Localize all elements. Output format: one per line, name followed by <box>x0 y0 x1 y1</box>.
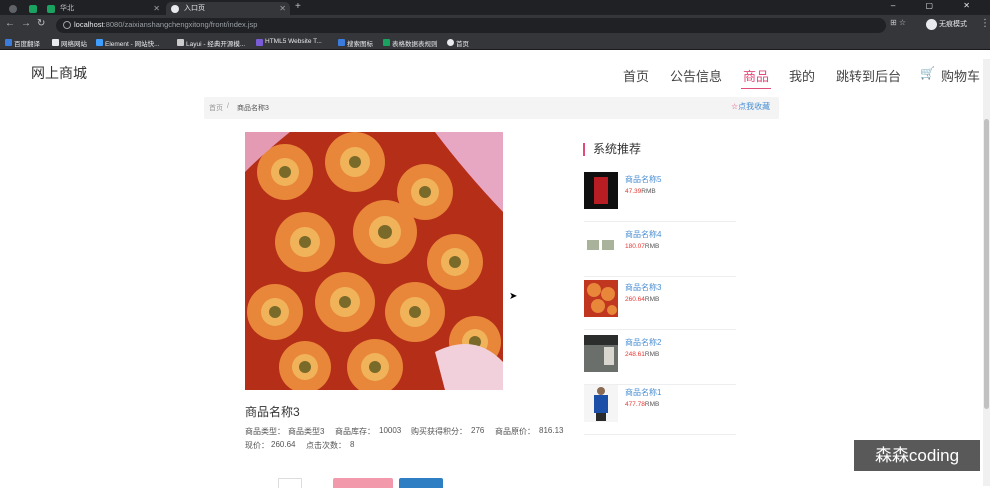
product-image <box>245 132 503 390</box>
favorite-link[interactable]: ☆点我收藏 <box>731 101 770 112</box>
product-clicks-value: 8 <box>350 440 355 449</box>
product-clicks-label: 点击次数： <box>306 441 346 450</box>
bookmark-item[interactable]: Element - 网站快... <box>96 38 160 48</box>
list-item[interactable]: 商品名称1 477.78RMB <box>584 385 736 435</box>
add-to-cart-button[interactable] <box>333 478 393 488</box>
scrollbar-thumb[interactable] <box>984 119 989 409</box>
quantity-stepper[interactable] <box>278 478 302 488</box>
profile-button[interactable]: 无痕模式 <box>926 18 967 31</box>
back-icon[interactable]: ← <box>5 18 15 29</box>
watermark: 森森coding <box>854 440 980 471</box>
app-icon <box>47 5 55 13</box>
tab-title: 入口页 <box>184 5 205 12</box>
recommend-item-price: 477.78RMB <box>625 401 660 408</box>
cart-icon[interactable]: 🛒 <box>920 66 935 80</box>
product-thumbnail[interactable] <box>584 280 618 317</box>
breadcrumb: 首页 / 商品名称3 ☆点我收藏 <box>204 97 779 119</box>
product-type-label: 商品类型： <box>245 427 285 436</box>
bookmark-item[interactable]: 百度翻译 <box>5 38 40 48</box>
recommend-item-name[interactable]: 商品名称3 <box>625 282 661 293</box>
product-original-price-label: 商品原价： <box>495 427 535 436</box>
tab-1[interactable]: 华北 ✕ <box>42 2 164 15</box>
product-price-label: 现价： <box>245 441 269 450</box>
page-content: 网上商城 首页 公告信息 商品 我的 跳转到后台 🛒 购物车 首页 / 商品名称… <box>0 51 990 488</box>
avatar <box>926 19 937 30</box>
recommend-item-name[interactable]: 商品名称2 <box>625 337 661 348</box>
product-points-value: 276 <box>471 426 485 435</box>
bookmark-item[interactable]: 搜索图标 <box>338 38 373 48</box>
buy-now-button[interactable] <box>399 478 443 488</box>
window-controls[interactable]: – ▢ ✕ <box>891 1 984 10</box>
url-text: localhost:8080/zaixianshangchengxitong/f… <box>74 20 258 29</box>
nav-announcements[interactable]: 公告信息 <box>670 66 722 85</box>
product-stock-label: 商品库存： <box>335 427 375 436</box>
mouse-cursor-icon: ➤ <box>509 291 518 302</box>
list-item[interactable]: 商品名称4 180.07RMB <box>584 227 736 277</box>
globe-icon <box>9 5 17 13</box>
nav-home[interactable]: 首页 <box>623 66 649 85</box>
globe-icon <box>447 39 454 46</box>
recommend-item-name[interactable]: 商品名称5 <box>625 174 661 185</box>
nav-mine[interactable]: 我的 <box>789 66 815 85</box>
info-icon[interactable] <box>63 21 71 29</box>
product-thumbnail[interactable] <box>584 227 618 264</box>
product-thumbnail[interactable] <box>584 335 618 372</box>
list-item[interactable]: 商品名称3 260.64RMB <box>584 280 736 330</box>
breadcrumb-home[interactable]: 首页 <box>209 103 223 113</box>
nav-backend[interactable]: 跳转到后台 <box>836 66 901 85</box>
recommend-item-name[interactable]: 商品名称4 <box>625 229 661 240</box>
app-icon <box>29 5 37 13</box>
new-tab-button[interactable]: + <box>295 1 301 12</box>
address-bar-row: ← → ↻ localhost:8080/zaixianshangchengxi… <box>0 15 990 35</box>
nav-products[interactable]: 商品 <box>740 66 772 89</box>
globe-icon <box>171 5 179 13</box>
recommend-item-price: 260.64RMB <box>625 296 660 303</box>
list-item[interactable]: 商品名称2 248.61RMB <box>584 335 736 385</box>
bookmark-item[interactable]: HTML5 Website T... <box>256 38 322 46</box>
product-price-value: 260.64 <box>271 440 296 449</box>
close-icon[interactable]: ✕ <box>153 2 160 15</box>
bookmark-item[interactable]: 首页 <box>447 38 469 48</box>
reload-icon[interactable]: ↻ <box>37 18 45 29</box>
menu-icon[interactable]: ⋮ <box>980 18 990 29</box>
bookmark-icon <box>96 39 103 46</box>
tab-title: 华北 <box>60 5 74 12</box>
tab-2-active[interactable]: 入口页 ✕ <box>166 2 290 15</box>
breadcrumb-separator: / <box>227 103 229 110</box>
bookmark-icon <box>52 39 59 46</box>
product-thumbnail[interactable] <box>584 385 618 422</box>
site-brand[interactable]: 网上商城 <box>31 63 87 83</box>
bookmark-item[interactable]: 表格数据表规则 <box>383 38 438 48</box>
bookmark-icon <box>177 39 184 46</box>
recommend-item-price: 248.61RMB <box>625 351 660 358</box>
recommend-title: 系统推荐 <box>583 143 641 156</box>
url-field[interactable]: localhost:8080/zaixianshangchengxitong/f… <box>56 18 886 33</box>
translate-icon[interactable]: ⊞ ☆ <box>890 18 906 27</box>
tab-pinned[interactable] <box>24 2 42 15</box>
list-item[interactable]: 商品名称5 47.39RMB <box>584 172 736 222</box>
product-thumbnail[interactable] <box>584 172 618 209</box>
product-points-label: 购买获得积分： <box>411 427 467 436</box>
browser-tab-bar: 华北 ✕ 入口页 ✕ + – ▢ ✕ <box>0 0 990 15</box>
recommend-item-name[interactable]: 商品名称1 <box>625 387 661 398</box>
breadcrumb-current: 商品名称3 <box>237 105 269 112</box>
bookmark-icon <box>383 39 390 46</box>
recommend-item-price: 180.07RMB <box>625 243 660 250</box>
close-icon[interactable]: ✕ <box>279 2 286 15</box>
bookmark-item[interactable]: Layui - 经典开源模... <box>177 38 245 48</box>
page-scrollbar[interactable] <box>983 59 990 486</box>
bookmark-item[interactable]: 网络网站 <box>52 38 87 48</box>
forward-icon[interactable]: → <box>21 18 31 29</box>
recommend-item-price: 47.39RMB <box>625 188 656 195</box>
product-stock-value: 10003 <box>379 426 402 435</box>
nav-cart[interactable]: 购物车 <box>941 66 980 85</box>
product-type-value: 商品类型3 <box>288 427 325 436</box>
product-original-price-value: 816.13 <box>539 426 564 435</box>
bookmark-icon <box>256 39 263 46</box>
bookmark-icon <box>5 39 12 46</box>
bookmark-icon <box>338 39 345 46</box>
product-title: 商品名称3 <box>245 405 300 419</box>
profile-label: 无痕模式 <box>939 21 967 28</box>
bookmarks-bar: 百度翻译 网络网站 Element - 网站快... Layui - 经典开源模… <box>0 35 990 50</box>
